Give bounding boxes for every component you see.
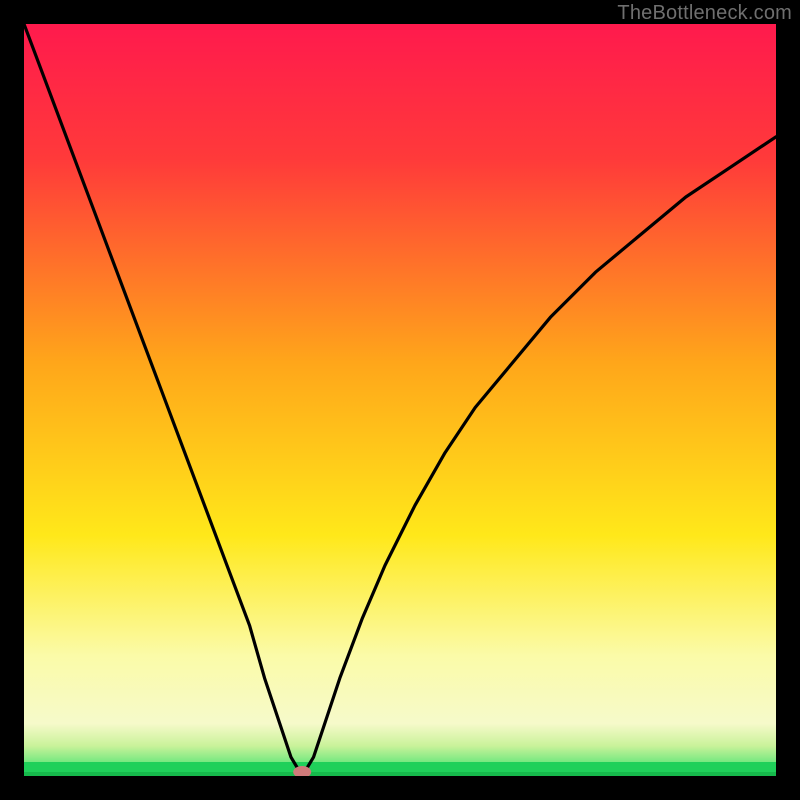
chart-svg [24,24,776,776]
gradient-background [24,24,776,776]
watermark-text: TheBottleneck.com [617,2,792,25]
chart-frame [24,24,776,776]
green-baseline-line [24,772,776,776]
